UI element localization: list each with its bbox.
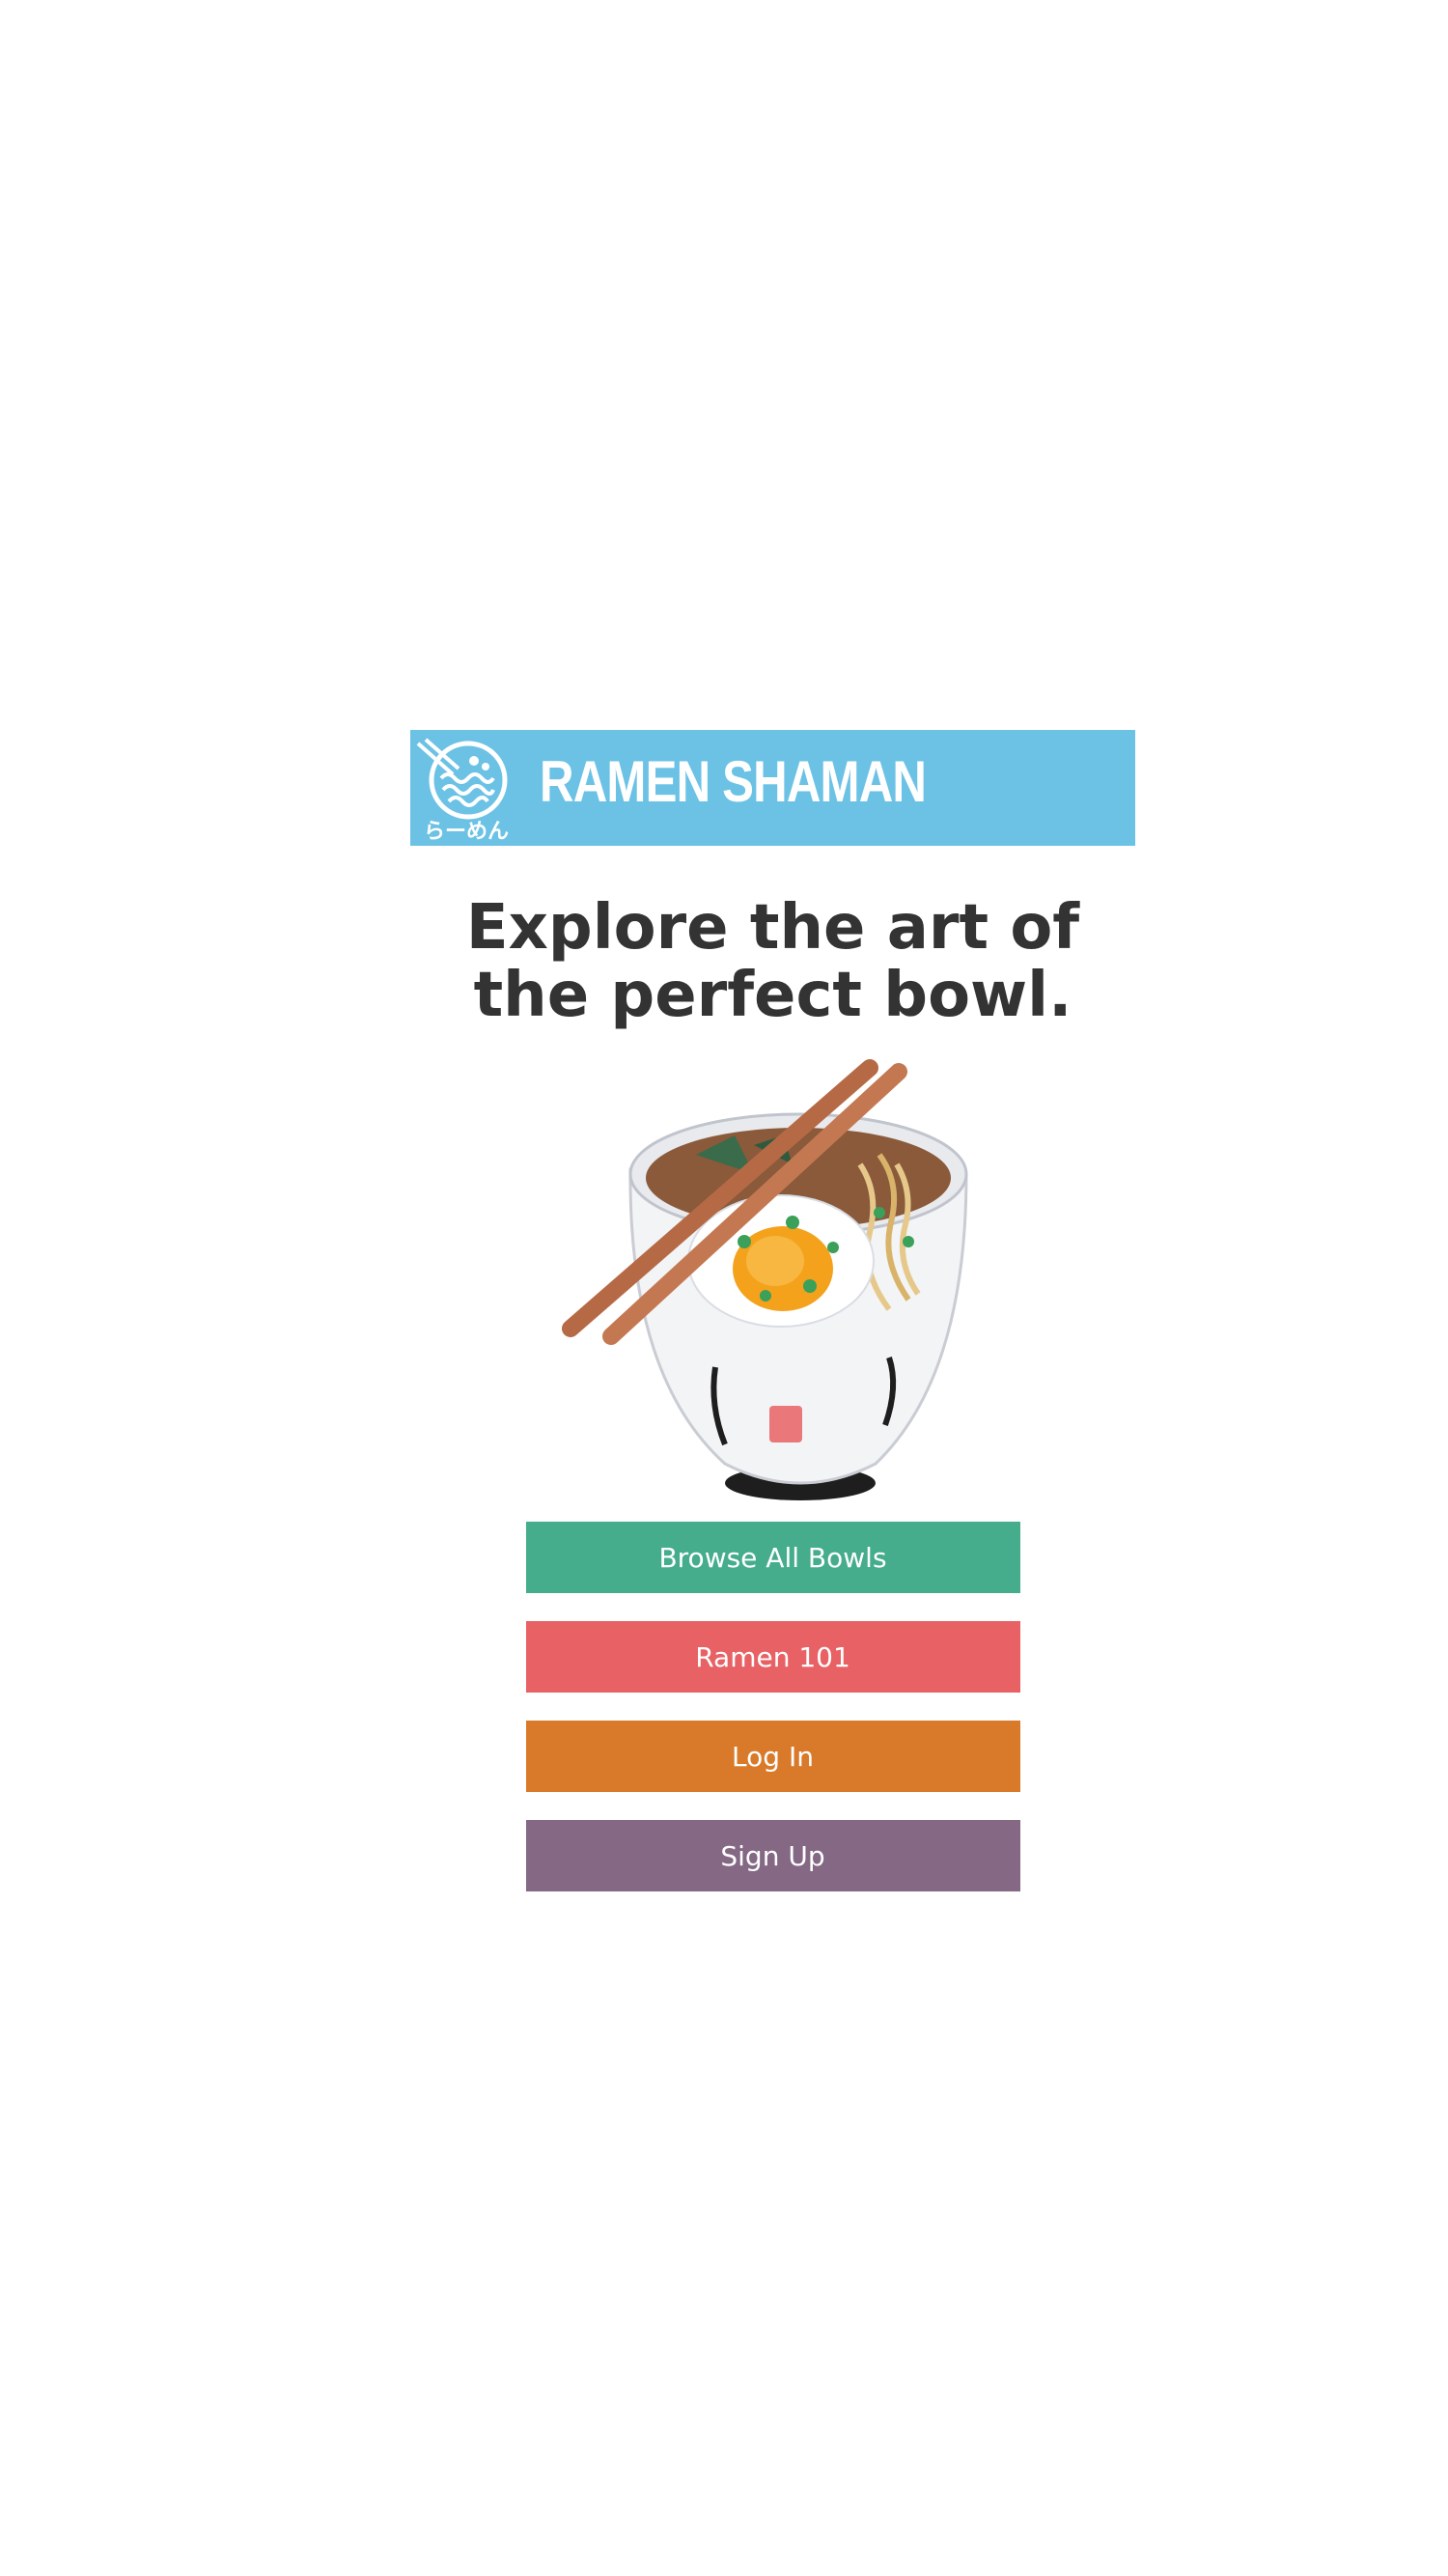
ramen-101-button[interactable]: Ramen 101: [525, 1621, 1020, 1693]
ramen-bowl-icon: [561, 1059, 968, 1500]
headline-line-2: the perfect bowl.: [473, 960, 1072, 1031]
app-container: らーめん RAMEN SHAMAN Explore the art of the…: [410, 730, 1135, 1919]
ramen-logo-icon[interactable]: らーめん: [414, 738, 518, 842]
sign-up-button[interactable]: Sign Up: [525, 1820, 1020, 1891]
app-header: らーめん RAMEN SHAMAN: [410, 730, 1135, 846]
log-in-button[interactable]: Log In: [525, 1721, 1020, 1792]
svg-text:らーめん: らーめん: [424, 820, 509, 842]
action-buttons: Browse All Bowls Ramen 101 Log In Sign U…: [410, 1522, 1135, 1919]
ramen-bowl-image: [410, 1058, 1135, 1512]
headline-line-1: Explore the art of: [465, 892, 1080, 964]
browse-all-bowls-button[interactable]: Browse All Bowls: [525, 1522, 1020, 1593]
brand-title: RAMEN SHAMAN: [540, 749, 927, 814]
hero-headline: Explore the art of the perfect bowl.: [410, 894, 1135, 1029]
